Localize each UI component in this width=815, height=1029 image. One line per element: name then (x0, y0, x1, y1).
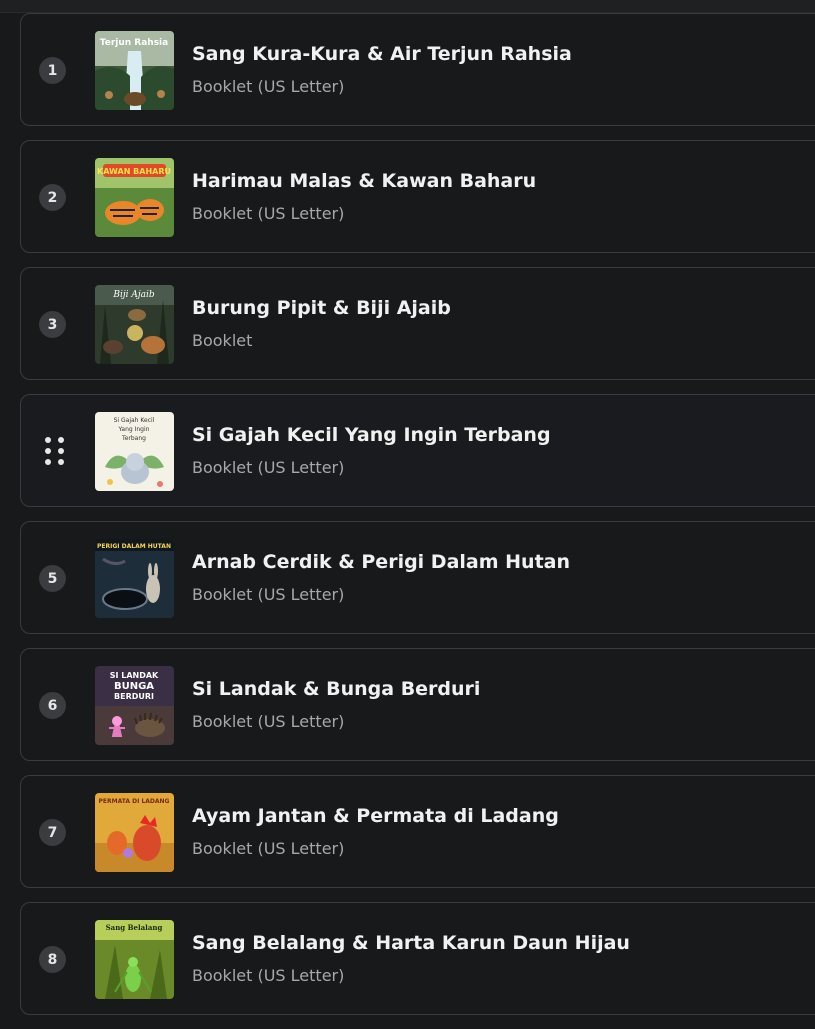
page-thumbnail[interactable]: PERMATA DI LADANG (95, 793, 174, 872)
page-number-badge: 1 (39, 57, 66, 84)
top-bar (0, 0, 815, 13)
thumbnail-text: Terjun Rahsia (100, 38, 168, 48)
page-format: Booklet (US Letter) (192, 77, 345, 96)
page-card-3[interactable]: 3 Biji Ajaib Burung Pipit & Biji Ajaib B… (20, 267, 815, 380)
page-number-badge: 8 (39, 946, 66, 973)
page-number-badge: 6 (39, 692, 66, 719)
page-thumbnail[interactable]: PERIGI DALAM HUTAN (95, 539, 174, 618)
page-title: Si Landak & Bunga Berduri (192, 678, 481, 700)
page-card-7[interactable]: 7 PERMATA DI LADANG Ayam Jantan & Permat… (20, 775, 815, 888)
drag-handle-icon[interactable] (45, 437, 65, 467)
page-list: 1 Terjun Rahsia Sang Kura-Kura & Air Ter… (20, 13, 815, 1029)
page-thumbnail[interactable]: Si Gajah Kecil Yang Ingin Terbang (95, 412, 174, 491)
page-number-badge: 2 (39, 184, 66, 211)
svg-text:SI LANDAK: SI LANDAK (110, 671, 159, 680)
page-title: Burung Pipit & Biji Ajaib (192, 297, 451, 319)
thumbnail-text: Biji Ajaib (112, 290, 155, 300)
page-format: Booklet (US Letter) (192, 839, 345, 858)
svg-text:BERDURI: BERDURI (114, 692, 154, 701)
thumbnail-text: Sang Belalang (106, 923, 163, 932)
thumbnail-text: PERIGI DALAM HUTAN (97, 543, 171, 550)
page-format: Booklet (US Letter) (192, 585, 345, 604)
page-format: Booklet (192, 331, 253, 350)
page-card-4[interactable]: Si Gajah Kecil Yang Ingin Terbang Si Gaj… (20, 394, 815, 507)
svg-text:Terbang: Terbang (121, 435, 146, 442)
page-thumbnail[interactable]: Biji Ajaib (95, 285, 174, 364)
page-title: Ayam Jantan & Permata di Ladang (192, 805, 559, 827)
page-card-5[interactable]: 5 PERIGI DALAM HUTAN Arnab Cerdik & Peri… (20, 521, 815, 634)
page-number-badge: 5 (39, 565, 66, 592)
page-card-6[interactable]: 6 SI LANDAK BUNGA BERDURI Si Landak & Bu… (20, 648, 815, 761)
svg-text:Yang Ingin: Yang Ingin (118, 426, 150, 433)
page-format: Booklet (US Letter) (192, 712, 345, 731)
page-format: Booklet (US Letter) (192, 966, 345, 985)
page-format: Booklet (US Letter) (192, 204, 345, 223)
page-card-2[interactable]: 2 KAWAN BAHARU Harimau Malas & Kawan Bah… (20, 140, 815, 253)
page-thumbnail[interactable]: SI LANDAK BUNGA BERDURI (95, 666, 174, 745)
page-number-badge: 3 (39, 311, 66, 338)
thumbnail-text: PERMATA DI LADANG (99, 798, 170, 805)
page-title: Arnab Cerdik & Perigi Dalam Hutan (192, 551, 571, 573)
svg-text:Si Gajah Kecil: Si Gajah Kecil (114, 417, 155, 424)
page-title: Sang Kura-Kura & Air Terjun Rahsia (192, 43, 572, 65)
page-format: Booklet (US Letter) (192, 458, 345, 477)
page-number-badge: 7 (39, 819, 66, 846)
page-card-8[interactable]: 8 Sang Belalang Sang Belalang & Harta Ka… (20, 902, 815, 1015)
page-title: Harimau Malas & Kawan Baharu (192, 170, 537, 192)
page-thumbnail[interactable]: Sang Belalang (95, 920, 174, 999)
page-title: Sang Belalang & Harta Karun Daun Hijau (192, 932, 630, 954)
page-title: Si Gajah Kecil Yang Ingin Terbang (192, 424, 551, 446)
thumbnail-text: KAWAN BAHARU (97, 167, 171, 176)
page-thumbnail[interactable]: KAWAN BAHARU (95, 158, 174, 237)
svg-text:BUNGA: BUNGA (114, 681, 154, 692)
page-thumbnail[interactable]: Terjun Rahsia (95, 31, 174, 110)
page-card-1[interactable]: 1 Terjun Rahsia Sang Kura-Kura & Air Ter… (20, 13, 815, 126)
